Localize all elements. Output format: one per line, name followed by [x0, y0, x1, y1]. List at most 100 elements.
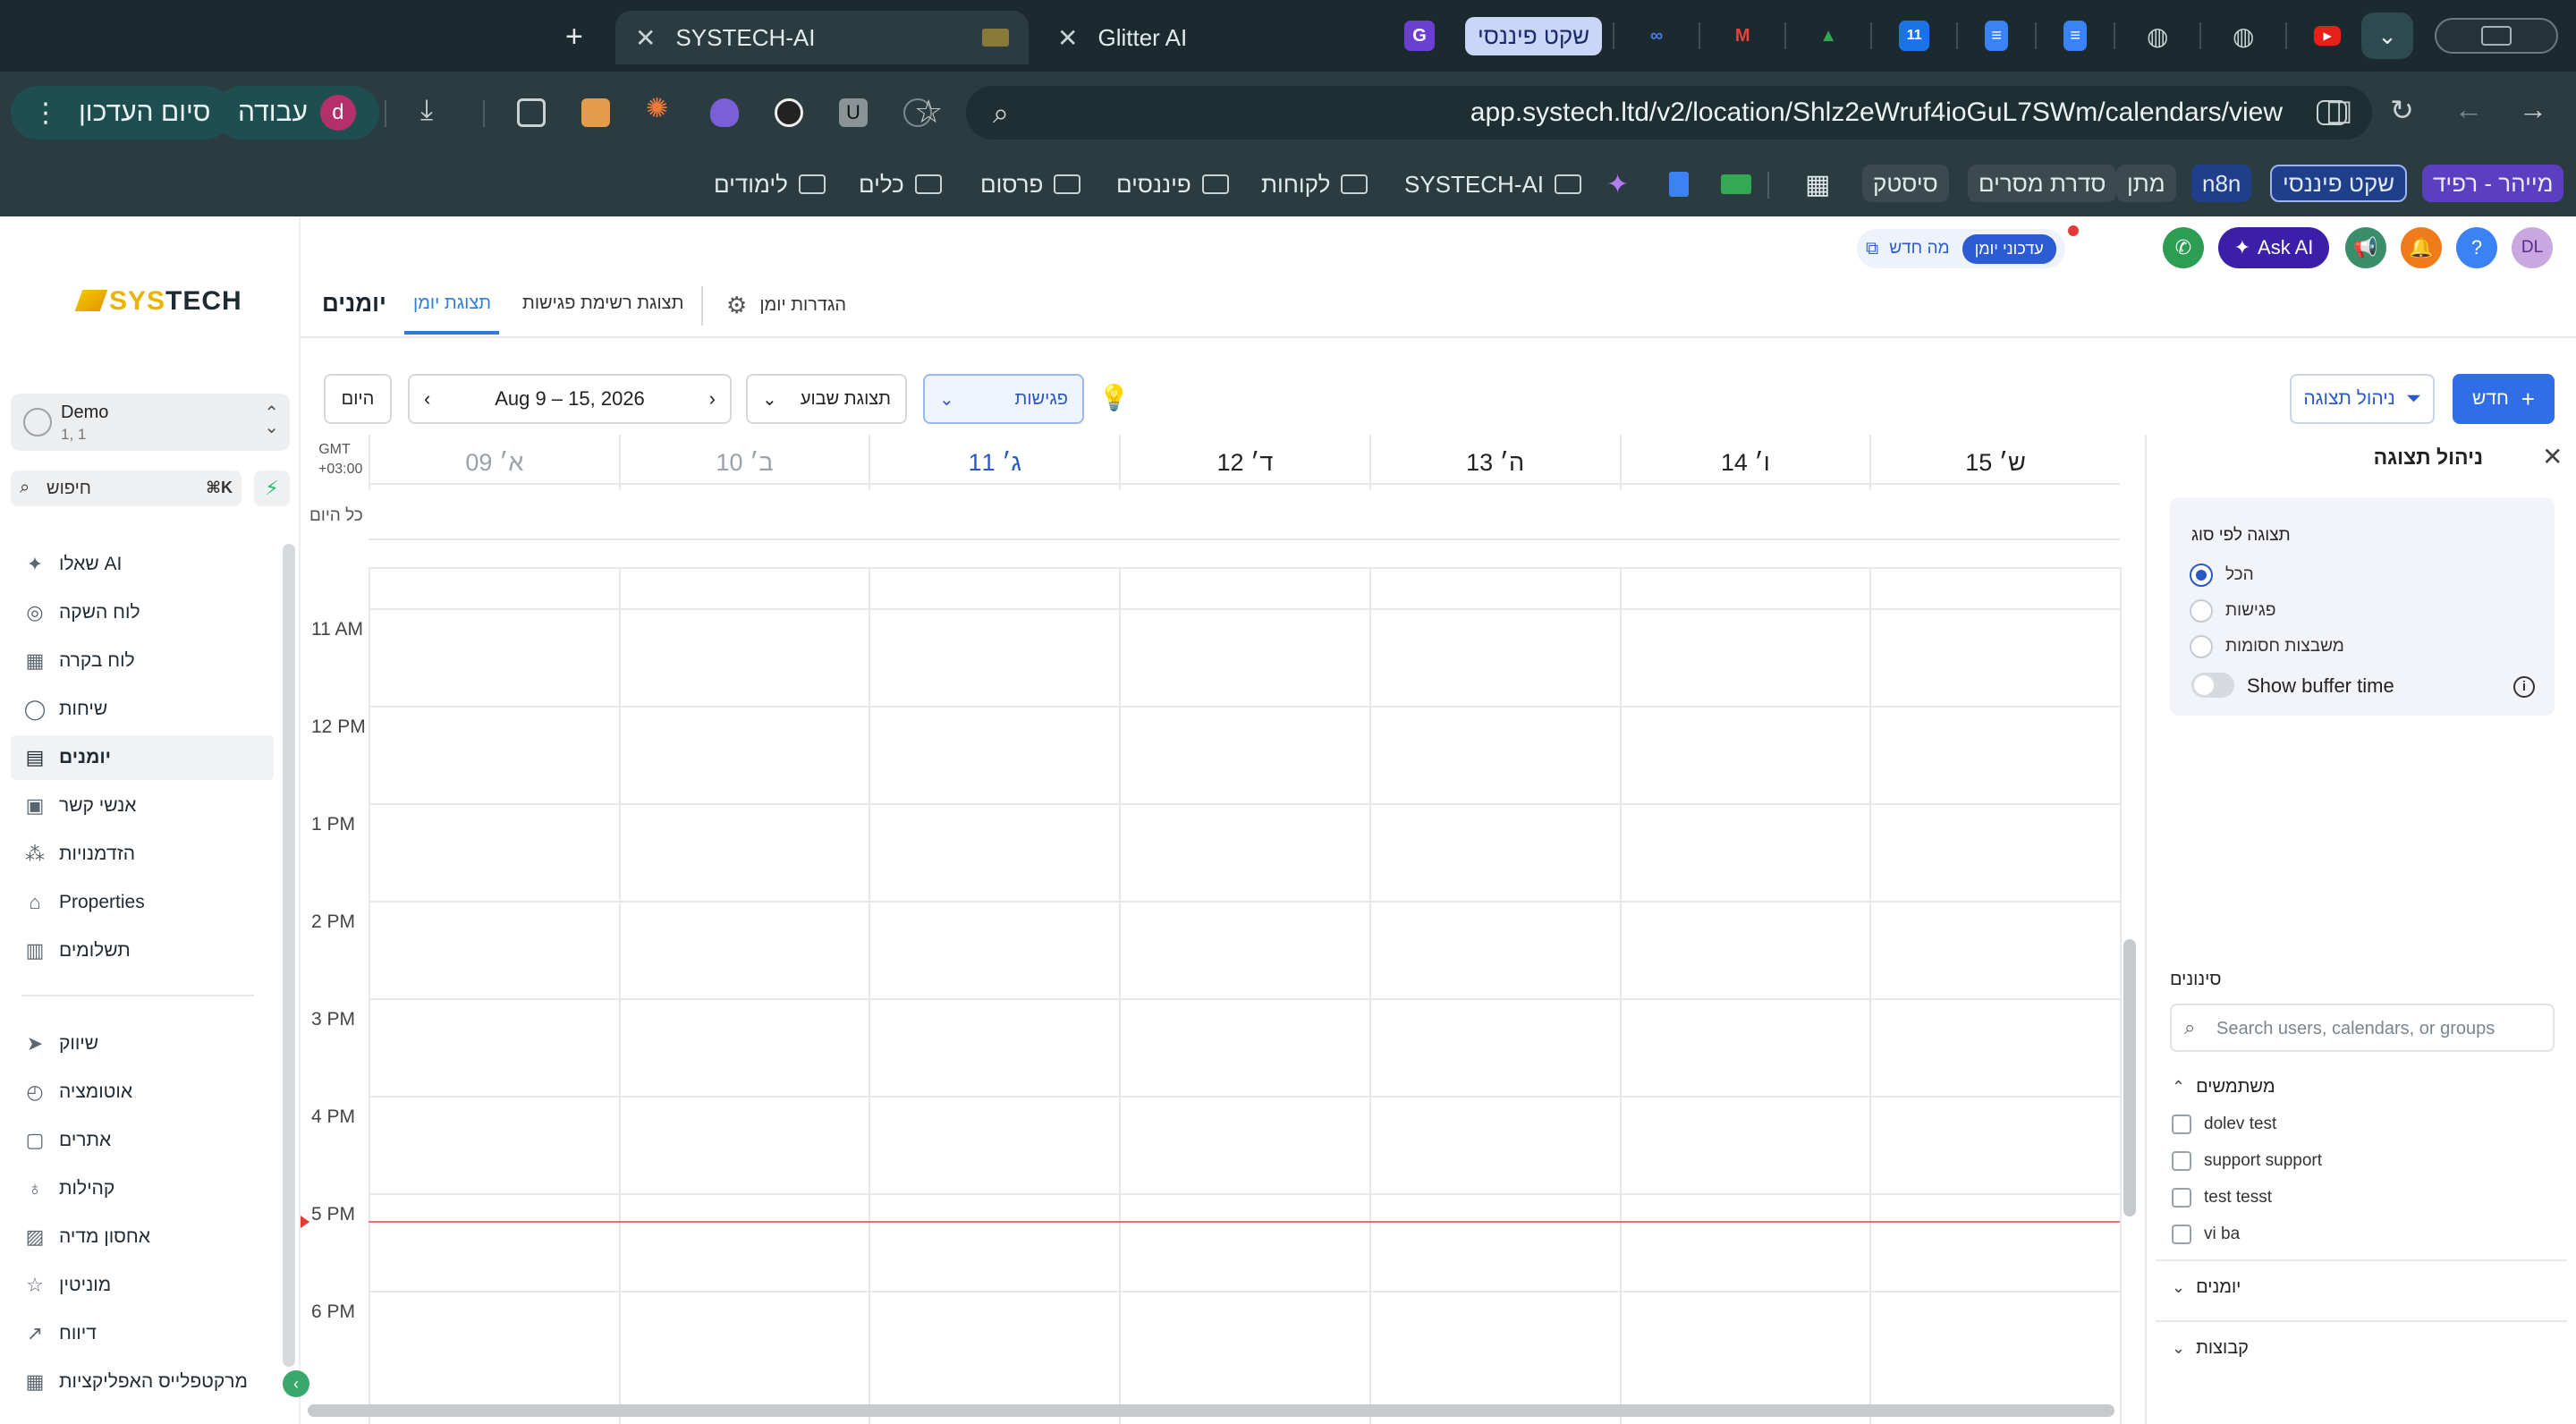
calendars-group-header[interactable]: ⌄ יומנים — [2172, 1277, 2241, 1298]
zoom-icon[interactable]: ⌕ — [993, 97, 1009, 131]
sidebar-item-dashboard[interactable]: ▦ לוח בקרה — [11, 639, 274, 683]
sidebar-item-chat[interactable]: ◯ שיחות — [11, 687, 274, 732]
split-view-icon[interactable]: ◫ — [2326, 93, 2352, 127]
tab-glitter[interactable]: ✕ Glitter AI — [1038, 11, 1270, 64]
bookmark-folder-finance[interactable]: פיננסים — [1116, 165, 1229, 204]
gemini-icon[interactable]: ✦ — [1606, 165, 1629, 204]
new-tab-button[interactable]: + — [565, 20, 583, 55]
bookmark-rapid[interactable]: מייהר - רפיד — [2422, 165, 2564, 202]
location-switcher[interactable]: Demo 1, 1 ⌃ ⌄ — [11, 394, 290, 451]
bell-icon[interactable]: 🔔 — [2401, 227, 2442, 268]
whats-new-button[interactable]: ⧉ מה חדש עדכוני יומן — [1857, 229, 2065, 268]
bookmark-systech[interactable]: סיסטק — [1862, 165, 1949, 202]
checkbox[interactable] — [2172, 1151, 2191, 1171]
day-header[interactable]: 09 א׳ — [369, 435, 619, 490]
day-header[interactable]: 13 ה׳ — [1368, 435, 1620, 490]
google-docs-icon[interactable]: ≡ — [2063, 21, 2088, 51]
bookmark-star-icon[interactable]: ☆ — [914, 93, 943, 131]
sidebar-item-sparkle[interactable]: ✦ שאלו AI — [11, 542, 274, 587]
sheets-icon[interactable] — [1721, 165, 1751, 204]
close-tab-icon[interactable]: ✕ — [1057, 23, 1078, 53]
sidebar-item-apps[interactable]: ▦ מרקטפלייס האפליקציות — [11, 1360, 274, 1404]
globe-icon[interactable]: ◍ — [2228, 21, 2258, 51]
extensions-icon[interactable] — [517, 98, 546, 127]
panel-search-input[interactable]: ⌕ Search users, calendars, or groups — [2170, 1004, 2555, 1052]
extension-u-icon[interactable]: U — [839, 98, 868, 127]
bookmark-folder-tools[interactable]: כלים — [859, 165, 942, 204]
extension-circle-icon[interactable] — [775, 98, 803, 127]
checkbox[interactable] — [2172, 1225, 2191, 1244]
bookmark-message-series[interactable]: סדרת מסרים — [1968, 165, 2117, 202]
checkbox[interactable] — [2172, 1115, 2191, 1134]
all-day-row[interactable] — [369, 483, 2120, 540]
extension-drop-icon[interactable] — [710, 98, 739, 127]
bookmark-folder-clients[interactable]: לקוחות — [1261, 165, 1368, 204]
sidebar-item-rocket[interactable]: ◎ לוח השקה — [11, 590, 274, 635]
browser-profile-button[interactable] — [2435, 18, 2558, 54]
info-icon[interactable]: i — [2513, 676, 2535, 698]
day-header[interactable]: 10 ב׳ — [618, 435, 869, 490]
sidebar-item-contacts[interactable]: ▣ אנשי קשר — [11, 784, 274, 828]
apps-grid-icon[interactable]: ▦ — [1805, 165, 1830, 204]
bookmark-n8n[interactable]: n8n — [2191, 165, 2252, 202]
gmail-icon[interactable]: M — [1727, 21, 1758, 51]
user-filter-row[interactable]: support support — [2172, 1151, 2322, 1171]
reload-icon[interactable]: ↻ — [2390, 93, 2414, 127]
url-text[interactable]: app.systech.ltd/v2/location/Shlz2eWruf4i… — [1470, 97, 2283, 128]
sidebar-item-sites[interactable]: ▢ אתרים — [11, 1118, 274, 1163]
google-docs-icon[interactable] — [1669, 165, 1689, 204]
user-filter-row[interactable]: test tesst — [2172, 1188, 2272, 1208]
today-button[interactable]: היום — [324, 374, 392, 424]
type-radio[interactable] — [2190, 635, 2213, 658]
sidebar-item-media[interactable]: ▨ אחסון מדיה — [11, 1215, 274, 1259]
account-button[interactable]: עבודה d — [215, 86, 379, 140]
calendar-horizontal-scrollbar[interactable] — [308, 1404, 2114, 1417]
back-icon[interactable]: ← — [2454, 93, 2483, 126]
calendar-settings-button[interactable]: ⚙ הגדרות יומן — [726, 292, 846, 319]
chevron-left-icon[interactable]: ‹ — [424, 387, 430, 411]
lightbulb-icon[interactable]: 💡 — [1098, 383, 1130, 412]
sidebar-search[interactable]: ⌕ חיפוש ⌘K — [11, 470, 242, 506]
ask-ai-button[interactable]: ✦ Ask AI — [2218, 227, 2329, 268]
day-header[interactable]: 14 ו׳ — [1619, 435, 1870, 490]
chevron-right-icon[interactable]: › — [709, 387, 716, 411]
systech-logo[interactable]: SYSTECH — [74, 286, 242, 317]
bookmark-folder-learning[interactable]: לימודים — [714, 165, 826, 204]
grammarly-icon[interactable]: G — [1404, 21, 1435, 51]
sidebar-item-automation[interactable]: ◴ אוטומציה — [11, 1070, 274, 1115]
download-icon[interactable]: ⤓ — [420, 93, 433, 127]
google-ads-icon[interactable]: ▲ — [1813, 21, 1843, 51]
buffer-time-toggle[interactable] — [2191, 673, 2234, 698]
users-group-header[interactable]: ⌃ משתמשים — [2172, 1077, 2275, 1098]
finish-update-button[interactable]: ⋮ סיום העדכון — [11, 86, 233, 140]
sidebar-item-star[interactable]: ☆ מוניטין — [11, 1263, 274, 1308]
sidebar-scrollbar[interactable] — [283, 544, 295, 1367]
tab-calendar-view[interactable]: תצוגת יומן — [413, 293, 491, 314]
calendar-vertical-scrollbar[interactable] — [2123, 939, 2136, 1216]
forward-icon[interactable]: → — [2519, 93, 2547, 126]
address-bar[interactable]: ☆ ⌕ app.systech.ltd/v2/location/Shlz2eWr… — [914, 86, 2372, 140]
day-header[interactable]: 12 ד׳ — [1119, 435, 1369, 490]
calendar-app-icon[interactable]: 11 — [1899, 21, 1930, 51]
type-radio[interactable] — [2190, 564, 2213, 587]
user-avatar[interactable]: DL — [2512, 227, 2553, 268]
sidebar-item-home[interactable]: ⌂ Properties — [11, 880, 274, 925]
bookmark-folder-systech[interactable]: SYSTECH-AI — [1404, 165, 1582, 204]
bookmark-finance[interactable]: שקט פיננסי — [2270, 165, 2408, 202]
sidebar-item-report[interactable]: ↗ דיווח — [11, 1311, 274, 1356]
megaphone-icon[interactable]: 📢 — [2345, 227, 2386, 268]
bookmark-matan[interactable]: מתן — [2116, 165, 2176, 202]
bookmark-folder-ads[interactable]: פרסום — [980, 165, 1081, 204]
user-filter-row[interactable]: dolev test — [2172, 1115, 2276, 1134]
globe-icon[interactable]: ◍ — [2142, 21, 2173, 51]
meetings-select[interactable]: ⌄ פגישות — [923, 374, 1084, 424]
quick-action-bolt-icon[interactable]: ⚡ — [254, 470, 290, 506]
tab-search-dropdown[interactable]: ⌄ — [2361, 13, 2413, 59]
extension-sun-icon[interactable]: ✺ — [646, 93, 674, 123]
extension-icon[interactable] — [581, 98, 610, 127]
new-button[interactable]: חדש + — [2453, 374, 2555, 424]
close-tab-icon[interactable]: ✕ — [635, 23, 656, 53]
tab-systech[interactable]: ✕ SYSTECH-AI — [615, 11, 1029, 64]
sidebar-item-payments[interactable]: ▥ תשלומים — [11, 928, 274, 973]
groups-group-header[interactable]: ⌄ קבוצות — [2172, 1338, 2249, 1359]
